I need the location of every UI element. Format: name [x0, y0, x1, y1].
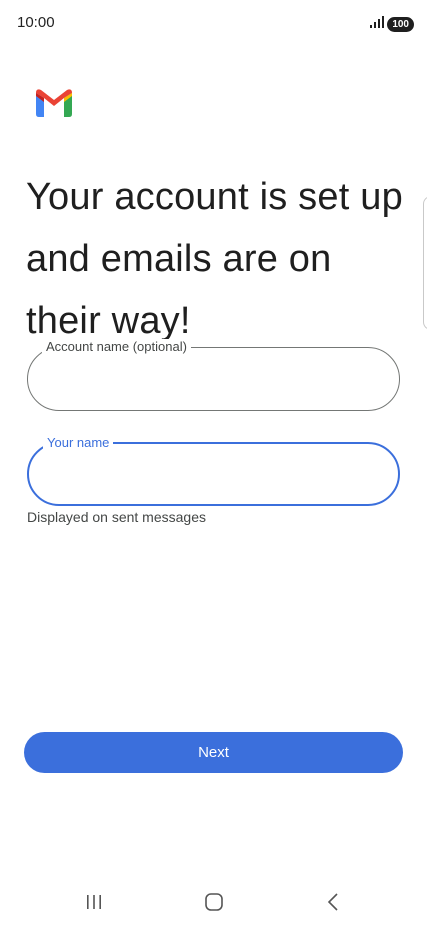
edge-panel-handle[interactable] [423, 196, 427, 330]
status-bar: 10:00 100 [0, 0, 427, 48]
recents-icon[interactable] [74, 890, 114, 914]
account-name-label: Account name (optional) [42, 339, 191, 355]
back-icon[interactable] [313, 890, 353, 914]
navigation-bar [0, 870, 427, 926]
status-time: 10:00 [17, 14, 55, 31]
page-title: Your account is set up and emails are on… [26, 176, 403, 342]
your-name-label: Your name [43, 435, 114, 451]
account-name-input[interactable] [28, 348, 399, 410]
status-indicators: 100 [370, 15, 414, 33]
your-name-helper-text: Displayed on sent messages [27, 509, 206, 525]
your-name-input[interactable] [29, 444, 398, 504]
your-name-field[interactable]: Your name [27, 435, 400, 506]
account-name-field[interactable]: Account name (optional) [27, 339, 400, 411]
battery-badge: 100 [387, 16, 414, 32]
gmail-logo-icon [36, 89, 72, 117]
home-icon[interactable] [194, 890, 234, 914]
signal-icon [370, 15, 385, 33]
next-button[interactable]: Next [24, 732, 403, 773]
